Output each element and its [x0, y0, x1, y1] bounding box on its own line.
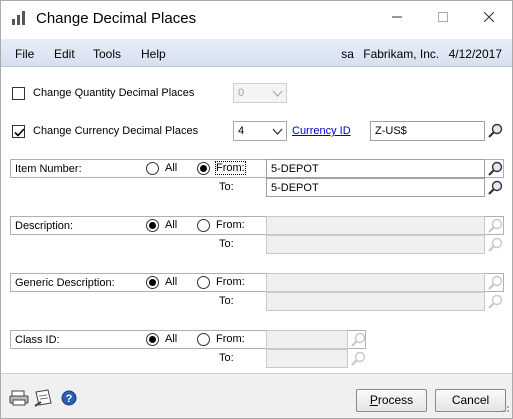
item-number-all-radio[interactable]	[146, 162, 159, 175]
description-from-label: From:	[216, 219, 245, 231]
menu-help[interactable]: Help	[141, 47, 166, 61]
generic-description-label: Generic Description:	[15, 277, 115, 289]
description-all-label: All	[165, 219, 178, 231]
description-from-radio[interactable]	[197, 219, 210, 232]
item-number-all-label: All	[165, 162, 178, 174]
process-label-rest: rocess	[377, 393, 414, 407]
cancel-button[interactable]: Cancel	[435, 389, 506, 412]
description-to-lookup-icon	[486, 235, 504, 254]
item-number-to-lookup-icon[interactable]	[486, 178, 504, 197]
description-to-field	[266, 235, 485, 254]
menu-bar: File Edit Tools Help sa Fabrikam, Inc. 4…	[1, 39, 512, 67]
close-icon[interactable]	[466, 1, 512, 33]
title-bar: Change Decimal Places	[1, 1, 512, 39]
class-id-all-label: All	[165, 333, 178, 345]
item-number-to-field[interactable]: 5-DEPOT	[266, 178, 485, 197]
chevron-down-icon	[272, 89, 283, 101]
generic-description-from-radio[interactable]	[197, 276, 210, 289]
class-id-label: Class ID:	[15, 334, 60, 346]
menu-tools[interactable]: Tools	[93, 47, 121, 61]
generic-description-to-field	[266, 292, 485, 311]
currency-decimal-select[interactable]: 4	[233, 121, 287, 141]
maximize-icon[interactable]	[420, 1, 466, 33]
company-name: Fabrikam, Inc.	[363, 47, 440, 61]
resize-grip-icon[interactable]	[500, 403, 510, 416]
item-number-from-field[interactable]: 5-DEPOT	[266, 159, 485, 178]
process-button[interactable]: Process	[356, 389, 427, 412]
menu-edit[interactable]: Edit	[54, 47, 75, 61]
item-number-from-value: 5-DEPOT	[271, 163, 319, 175]
window-title: Change Decimal Places	[36, 10, 197, 27]
class-id-from-radio[interactable]	[197, 333, 210, 346]
item-number-to-label: To:	[219, 181, 234, 193]
generic-description-from-label: From:	[216, 276, 245, 288]
generic-description-from-field	[266, 273, 485, 292]
currency-id-link[interactable]: Currency ID	[292, 125, 351, 137]
help-icon[interactable]: ?	[61, 390, 77, 409]
dialog-content: Change Quantity Decimal Places 0 Change …	[1, 68, 512, 373]
user-date: 4/12/2017	[448, 47, 502, 61]
item-number-label: Item Number:	[15, 163, 82, 175]
user-name: sa	[341, 47, 354, 61]
description-all-radio[interactable]	[146, 219, 159, 232]
note-icon[interactable]	[33, 389, 53, 410]
currency-label: Change Currency Decimal Places	[33, 125, 199, 137]
generic-description-all-radio[interactable]	[146, 276, 159, 289]
quantity-checkbox[interactable]	[12, 87, 25, 100]
generic-description-from-lookup-icon	[486, 273, 504, 292]
process-mnemonic: P	[369, 393, 378, 407]
generic-description-to-lookup-icon	[486, 292, 504, 311]
dialog-window: Change Decimal Places File Edit Tools He…	[0, 0, 513, 419]
currency-decimal-value: 4	[238, 125, 245, 137]
currency-id-field[interactable]: Z-US$	[370, 121, 485, 141]
checkmark-icon	[14, 128, 25, 137]
class-id-to-lookup-icon	[349, 349, 367, 368]
description-label: Description:	[15, 220, 74, 232]
currency-checkbox[interactable]	[12, 125, 25, 138]
quantity-label: Change Quantity Decimal Places	[33, 87, 195, 99]
generic-description-to-label: To:	[219, 295, 234, 307]
description-from-field	[266, 216, 485, 235]
class-id-to-field	[266, 349, 348, 368]
class-id-to-label: To:	[219, 352, 234, 364]
item-number-from-label: From:	[215, 161, 246, 175]
quantity-decimal-value: 0	[238, 87, 245, 99]
class-id-from-field	[266, 330, 348, 349]
currency-id-value: Z-US$	[375, 125, 407, 137]
generic-description-all-label: All	[165, 276, 178, 288]
class-id-all-radio[interactable]	[146, 333, 159, 346]
quantity-decimal-select[interactable]: 0	[233, 83, 287, 103]
svg-text:?: ?	[66, 393, 73, 405]
menu-file[interactable]: File	[15, 47, 34, 61]
description-from-lookup-icon	[486, 216, 504, 235]
session-info: sa Fabrikam, Inc. 4/12/2017	[335, 47, 502, 61]
description-to-label: To:	[219, 238, 234, 250]
printer-icon[interactable]	[9, 390, 29, 409]
bottom-bar: ? Process Cancel	[1, 373, 512, 418]
app-icon	[11, 10, 27, 26]
chevron-down-icon	[272, 127, 283, 139]
item-number-to-value: 5-DEPOT	[271, 182, 319, 194]
currency-lookup-icon[interactable]	[486, 121, 504, 140]
item-number-from-lookup-icon[interactable]	[486, 159, 504, 178]
class-id-from-label: From:	[216, 333, 245, 345]
class-id-from-lookup-icon	[349, 330, 367, 349]
item-number-from-radio[interactable]	[197, 162, 210, 175]
minimize-icon[interactable]	[374, 1, 420, 33]
